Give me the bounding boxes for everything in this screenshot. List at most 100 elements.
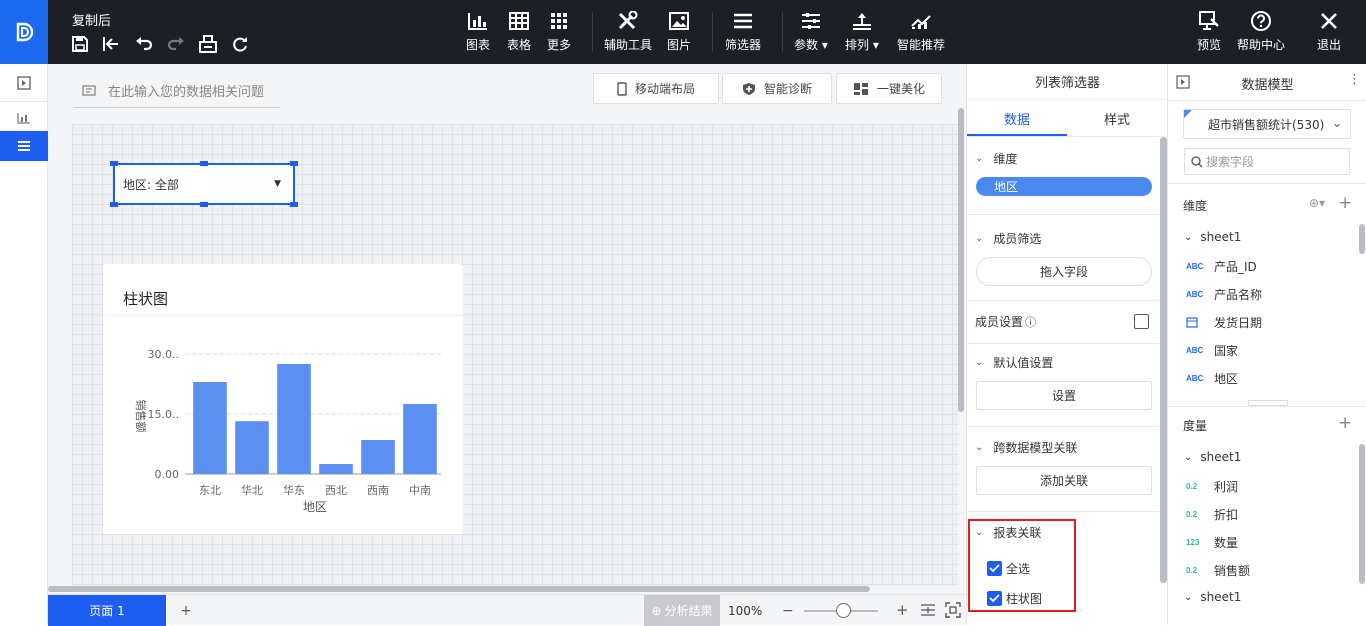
resize-handle[interactable] <box>290 161 298 166</box>
vertical-scrollbar[interactable] <box>958 108 964 412</box>
smart-recommend-button[interactable]: 智能推荐 <box>897 10 945 53</box>
add-link-button[interactable]: 添加关联 <box>976 466 1152 495</box>
sheet-node[interactable]: ⌄ sheet1 <box>1184 230 1241 244</box>
sort-icon <box>852 10 872 32</box>
component-icon[interactable] <box>0 103 48 133</box>
field-type-icon: ABC <box>1186 374 1204 383</box>
globe-icon[interactable]: ⊕▾ <box>1309 196 1325 210</box>
print-icon[interactable] <box>198 34 218 54</box>
add-measure-icon[interactable]: + <box>1338 413 1352 433</box>
list-filter-panel: 列表筛选器 数据 样式 ⌄ 维度 地区 ⌄ 成员筛选 拖入字段 成员设置 ⓘ ⌄ 默认值… <box>966 64 1168 625</box>
refresh-icon[interactable] <box>230 34 250 54</box>
member-setting-checkbox[interactable] <box>1134 314 1149 329</box>
analysis-result-button[interactable]: ⊕ 分析结果 <box>644 595 720 626</box>
app-logo <box>0 0 48 64</box>
field-type-icon: 123 <box>1186 538 1200 547</box>
resize-handle[interactable] <box>200 202 208 207</box>
header-divider <box>1168 100 1366 101</box>
panel-scrollbar[interactable] <box>1160 137 1167 583</box>
field-item-measure[interactable]: 0.2 折扣 <box>1186 506 1238 523</box>
field-item-dimension[interactable]: ABC 地区 <box>1186 370 1238 387</box>
dimension-scrollbar[interactable] <box>1359 224 1365 254</box>
chevron-down-icon: ⌄ <box>975 527 984 538</box>
set-default-button[interactable]: 设置 <box>976 381 1152 410</box>
x-tick-label: 西北 <box>325 484 347 497</box>
horizontal-scrollbar[interactable] <box>48 586 870 592</box>
add-dimension-icon[interactable]: + <box>1338 193 1352 213</box>
cross-model-header[interactable]: ⌄ 跨数据模型关联 <box>975 439 1077 456</box>
field-item-dimension[interactable]: ABC 产品_ID <box>1186 258 1257 275</box>
fit-width-icon[interactable] <box>920 603 936 620</box>
dimension-field-pill[interactable]: 地区 <box>976 177 1152 196</box>
smart-diagnose-button[interactable]: 智能诊断 <box>722 73 832 104</box>
preview-button[interactable]: 预览 <box>1197 10 1221 53</box>
tab-style[interactable]: 样式 <box>1067 100 1167 136</box>
bar-chart-option[interactable]: 柱状图 <box>987 590 1042 607</box>
comment-icon <box>82 84 96 97</box>
table-button[interactable]: 表格 <box>507 10 531 53</box>
chart-button[interactable]: 图表 <box>466 10 490 53</box>
help-center-button[interactable]: 帮助中心 <box>1237 10 1285 53</box>
back-icon[interactable] <box>101 34 121 54</box>
outline-icon[interactable] <box>0 131 48 161</box>
region-filter-widget[interactable]: 地区: 全部 ▼ <box>110 161 298 207</box>
mobile-icon <box>617 81 627 96</box>
field-item-dimension[interactable]: ABC 国家 <box>1186 342 1238 359</box>
sheet-node[interactable]: ⌄ sheet1 <box>1184 450 1241 464</box>
resize-handle[interactable] <box>110 161 118 166</box>
page-tab[interactable]: 页面 1 <box>48 595 166 626</box>
mobile-layout-button[interactable]: 移动端布局 <box>593 73 719 104</box>
fullscreen-icon[interactable] <box>945 602 961 621</box>
checkbox-checked-icon[interactable] <box>987 591 1002 606</box>
toolbar-divider <box>782 12 783 52</box>
ask-data-input[interactable]: 在此输入您的数据相关问题 <box>74 74 280 108</box>
undo-icon[interactable] <box>134 34 154 54</box>
more-options-icon[interactable]: ⋮ <box>1348 72 1361 87</box>
report-link-header[interactable]: ⌄ 报表关联 <box>975 524 1041 541</box>
table-icon <box>509 10 529 32</box>
field-item-measure[interactable]: 123 数量 <box>1186 534 1238 551</box>
dimension-section-header[interactable]: ⌄ 维度 <box>975 150 1017 167</box>
checkbox-checked-icon[interactable] <box>987 561 1002 576</box>
drag-field-drop-zone[interactable]: 拖入字段 <box>976 257 1152 286</box>
field-item-dimension[interactable]: ABC 产品名称 <box>1186 286 1262 303</box>
add-page-button[interactable]: + <box>174 595 198 626</box>
field-type-icon: ABC <box>1186 290 1204 299</box>
default-value-header[interactable]: ⌄ 默认值设置 <box>975 354 1053 371</box>
dropdown-caret-icon[interactable]: ▼ <box>274 179 281 189</box>
panel-title: 数据模型 <box>1241 78 1294 93</box>
resize-handle[interactable] <box>200 161 208 166</box>
save-icon[interactable] <box>70 34 90 54</box>
params-button[interactable]: 参数 ▾ <box>794 10 828 53</box>
beautify-button[interactable]: 一键美化 <box>836 73 942 104</box>
resize-handle[interactable] <box>290 202 298 207</box>
member-filter-header[interactable]: ⌄ 成员筛选 <box>975 230 1041 247</box>
resize-handle[interactable] <box>110 202 118 207</box>
question-icon[interactable]: ⓘ <box>1025 314 1036 330</box>
field-item-measure[interactable]: 0.2 销售额 <box>1186 562 1250 579</box>
field-item-dimension[interactable]: 发货日期 <box>1186 314 1262 331</box>
sort-button[interactable]: 排列 ▾ <box>845 10 879 53</box>
exit-button[interactable]: 退出 <box>1317 10 1341 53</box>
zoom-level: 100% <box>728 603 763 618</box>
measure-scrollbar[interactable] <box>1359 444 1365 584</box>
zoom-slider-thumb[interactable] <box>836 603 851 618</box>
select-all-option[interactable]: 全选 <box>987 560 1030 577</box>
calendar-icon <box>1186 316 1208 330</box>
image-button[interactable]: 图片 <box>667 10 691 53</box>
dataset-select[interactable]: 超市销售额统计(530) ⌄ <box>1183 109 1351 139</box>
bar-chart-card[interactable]: 柱状图 0.00 15.0.. 30.0.. 销售额 东北 华北 华东 西北 西南 中南 地区 <box>103 264 463 534</box>
tab-data[interactable]: 数据 <box>967 100 1067 136</box>
more-button[interactable]: 更多 <box>547 10 571 53</box>
redo-icon[interactable] <box>166 34 186 54</box>
toggle-panel-icon[interactable] <box>0 68 48 98</box>
search-field-input[interactable]: 搜索字段 <box>1184 148 1350 175</box>
panel-title: 列表筛选器 <box>967 64 1168 100</box>
zoom-in-icon[interactable]: + <box>896 601 909 619</box>
aux-tools-button[interactable]: 辅助工具 <box>604 10 652 53</box>
filter-button[interactable]: 筛选器 <box>725 10 761 53</box>
member-setting-row: 成员设置 ⓘ <box>975 314 1037 330</box>
field-item-measure[interactable]: 0.2 利润 <box>1186 478 1238 495</box>
sheet-node[interactable]: ⌄ sheet1 <box>1184 590 1241 604</box>
zoom-out-icon[interactable]: − <box>782 603 794 619</box>
